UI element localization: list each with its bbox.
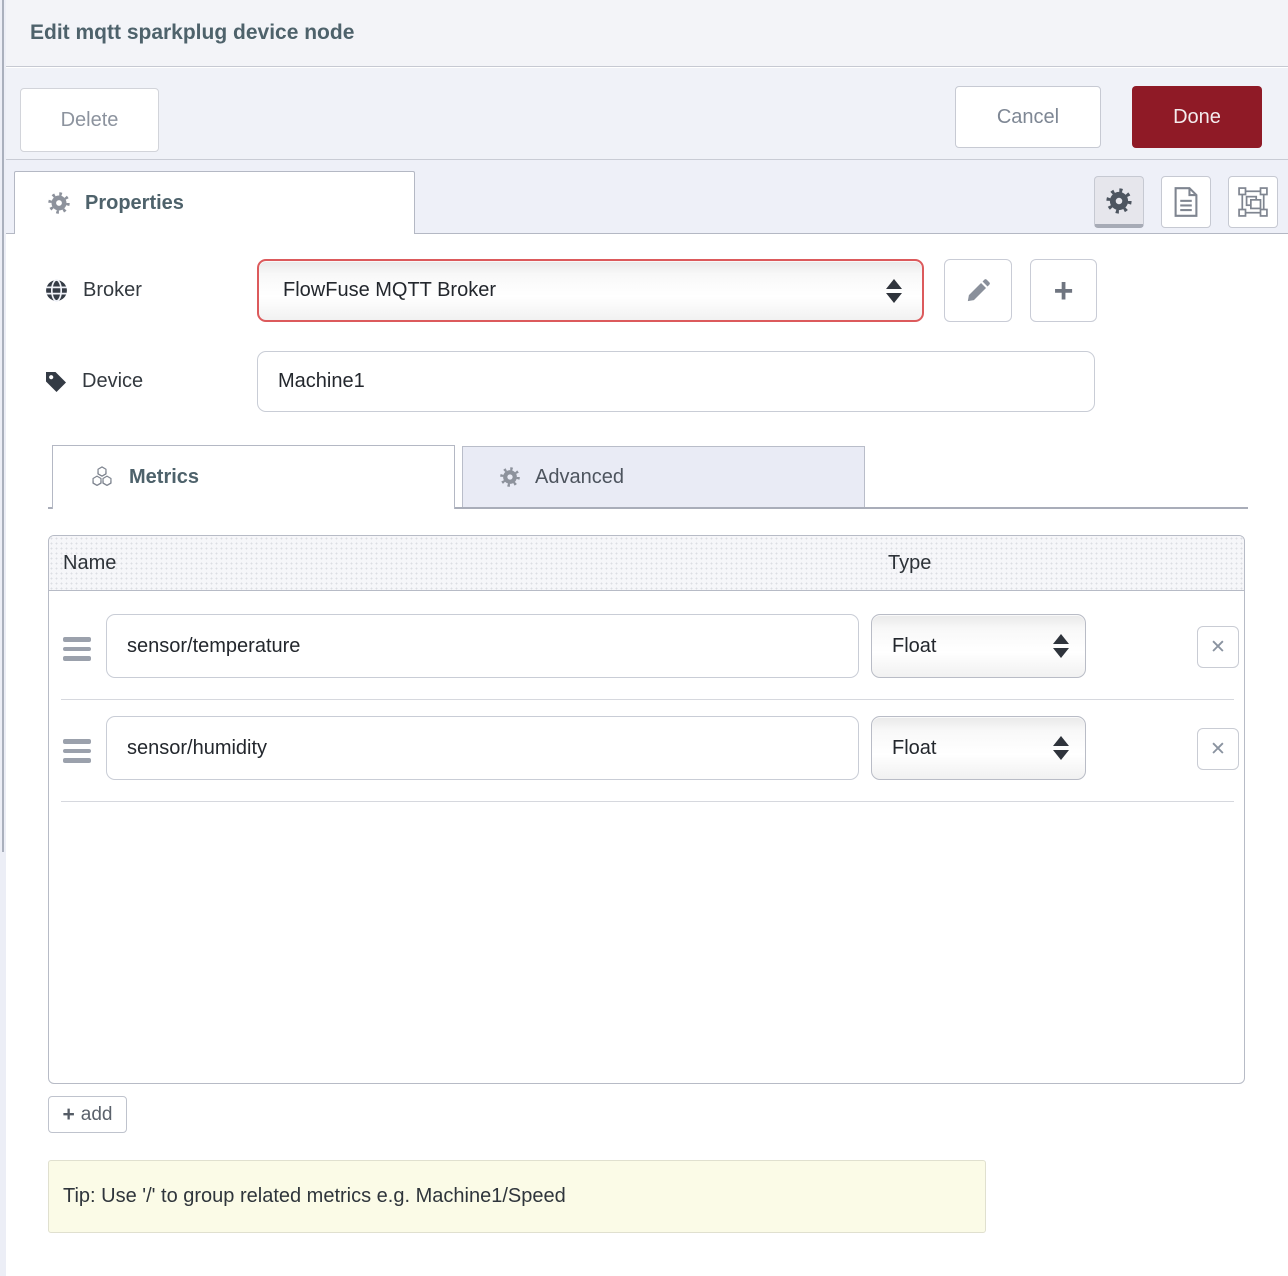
add-metric-button-label: add: [81, 1104, 113, 1126]
gear-icon: [47, 191, 71, 215]
device-name-input[interactable]: [257, 351, 1095, 412]
close-icon: ✕: [1210, 738, 1226, 761]
tab-properties-label: Properties: [85, 192, 184, 215]
cancel-button-label: Cancel: [997, 106, 1059, 129]
group-selection-icon: [1238, 187, 1268, 217]
plus-icon: +: [63, 1104, 75, 1125]
tab-metrics-label: Metrics: [129, 466, 199, 489]
select-stepper-icon: [886, 279, 902, 303]
metric-name-input[interactable]: [106, 614, 859, 678]
tab-metrics[interactable]: Metrics: [52, 445, 455, 509]
edit-broker-button[interactable]: [944, 259, 1012, 322]
metric-row: Float ✕: [49, 599, 1244, 699]
device-field-label: Device: [44, 351, 143, 412]
editor-edge-divider: [2, 0, 4, 852]
tab-advanced[interactable]: Advanced: [462, 446, 865, 507]
device-label-text: Device: [82, 370, 143, 393]
metrics-table-header: Name Type: [49, 536, 1244, 591]
edit-node-dialog: Edit mqtt sparkplug device node Delete C…: [0, 0, 1288, 1276]
metric-row: Float ✕: [49, 701, 1244, 801]
broker-field-label: Broker: [44, 259, 142, 322]
metric-type-select[interactable]: Float: [871, 614, 1086, 678]
column-header-type: Type: [888, 536, 931, 591]
document-icon: [1173, 187, 1199, 217]
select-stepper-icon: [1053, 634, 1069, 658]
done-button-label: Done: [1173, 106, 1221, 129]
broker-selected-option: FlowFuse MQTT Broker: [283, 279, 886, 302]
metrics-table: Name Type Float ✕ Float ✕: [48, 535, 1245, 1084]
gear-icon: [499, 466, 521, 488]
drag-handle-icon[interactable]: [63, 734, 93, 768]
row-divider: [61, 699, 1234, 700]
broker-select[interactable]: FlowFuse MQTT Broker: [257, 259, 924, 322]
remove-metric-button[interactable]: ✕: [1197, 626, 1239, 668]
remove-metric-button[interactable]: ✕: [1197, 728, 1239, 770]
pencil-icon: [965, 278, 991, 304]
add-metric-button[interactable]: + add: [48, 1096, 127, 1133]
description-tab-button[interactable]: [1161, 176, 1211, 228]
column-header-name: Name: [63, 536, 116, 591]
tab-properties[interactable]: Properties: [14, 171, 415, 234]
metric-name-input[interactable]: [106, 716, 859, 780]
plus-icon: +: [1054, 274, 1074, 308]
drag-handle-icon[interactable]: [63, 632, 93, 666]
select-stepper-icon: [1053, 736, 1069, 760]
globe-icon: [44, 278, 69, 303]
dialog-title: Edit mqtt sparkplug device node: [30, 0, 354, 66]
tip-box: Tip: Use '/' to group related metrics e.…: [48, 1160, 986, 1233]
done-button[interactable]: Done: [1132, 86, 1262, 148]
delete-button-label: Delete: [61, 109, 119, 132]
properties-tab-button[interactable]: [1094, 176, 1144, 228]
tip-text: Tip: Use '/' to group related metrics e.…: [63, 1185, 566, 1208]
row-divider: [61, 801, 1234, 802]
gear-icon: [1105, 187, 1133, 215]
broker-label-text: Broker: [83, 279, 142, 302]
cancel-button[interactable]: Cancel: [955, 86, 1101, 148]
tab-advanced-label: Advanced: [535, 466, 624, 489]
metric-type-value: Float: [892, 737, 1053, 760]
add-broker-button[interactable]: +: [1030, 259, 1097, 322]
cubes-icon: [89, 466, 115, 490]
delete-button[interactable]: Delete: [20, 88, 159, 152]
close-icon: ✕: [1210, 636, 1226, 659]
metric-type-select[interactable]: Float: [871, 716, 1086, 780]
tag-icon: [44, 370, 68, 394]
appearance-tab-button[interactable]: [1228, 176, 1278, 228]
metric-type-value: Float: [892, 635, 1053, 658]
